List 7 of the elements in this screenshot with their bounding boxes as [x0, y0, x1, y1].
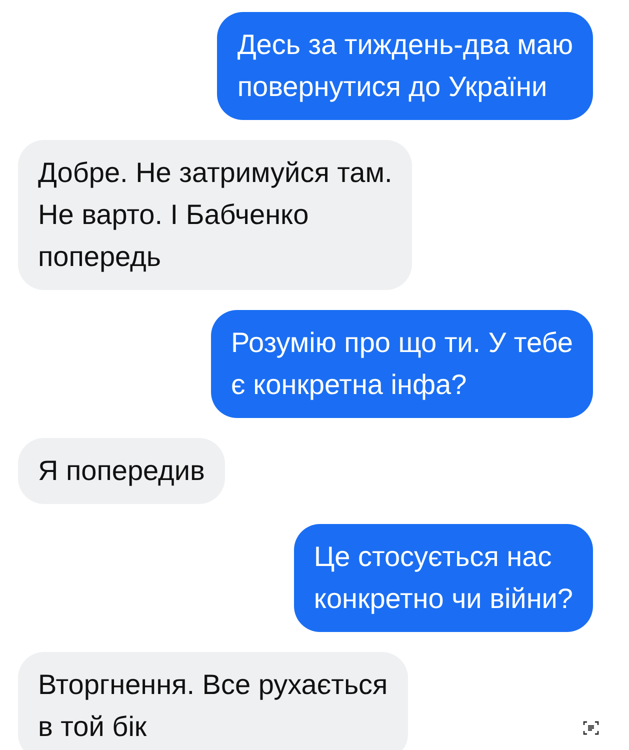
sent-message-bubble: Це стосується нас конкретно чи війни? [294, 524, 593, 632]
sent-message-bubble: Розумію про що ти. У тебе є конкретна інфа? [211, 310, 593, 418]
received-message-bubble: Вторгнення. Все рухається в той бік [18, 652, 408, 750]
received-message-bubble: Я попередив [18, 438, 225, 504]
text-scan-icon[interactable] [583, 720, 599, 736]
received-message-bubble: Добре. Не затримуйся там. Не варто. І Бабченко попередь [18, 140, 412, 290]
sent-message-bubble: Десь за тиждень-два маю повернутися до України [217, 12, 593, 120]
